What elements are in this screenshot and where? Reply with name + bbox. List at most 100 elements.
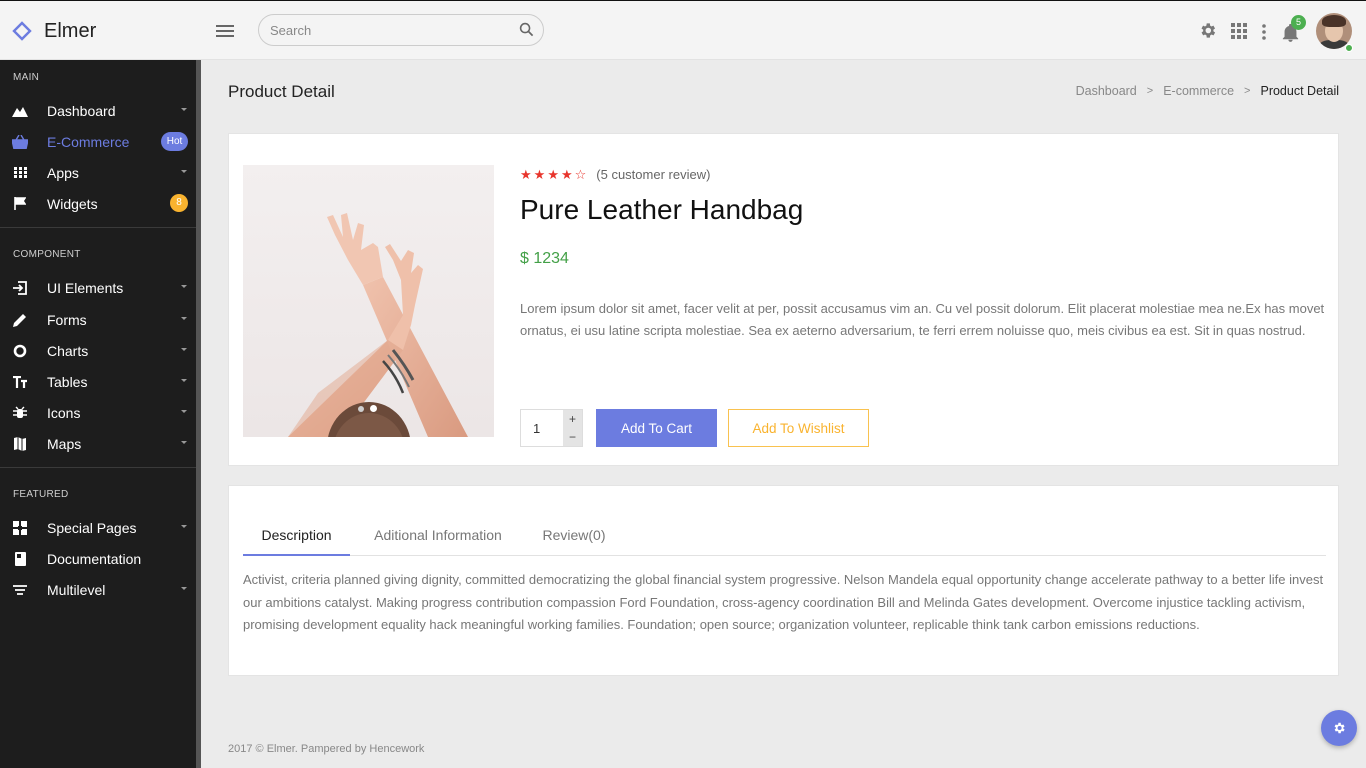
chevron-down-icon (181, 170, 187, 173)
search-icon[interactable] (519, 22, 534, 40)
apps-grid-icon (12, 165, 28, 181)
sidebar-item-label: Forms (47, 311, 87, 328)
review-count[interactable]: (5 customer review) (596, 167, 710, 182)
sidebar-item-label: Tables (47, 373, 88, 390)
settings-gear-icon[interactable] (1198, 21, 1217, 43)
pencil-icon (12, 312, 28, 328)
product-image-carousel[interactable] (243, 165, 494, 437)
carousel-dot-active[interactable] (370, 405, 377, 412)
sidebar-item-label: Widgets (47, 195, 98, 212)
star-filled-icon: ★ (533, 167, 546, 182)
pages-icon (12, 520, 28, 536)
product-price: $ 1234 (520, 250, 569, 267)
settings-fab-button[interactable] (1321, 710, 1357, 746)
sidebar-item-label: Multilevel (47, 581, 106, 598)
sidebar-section-component: COMPONENT (13, 249, 81, 260)
sidebar-item-dashboard[interactable]: Dashboard (0, 95, 196, 126)
tab-bar: Description Aditional Information Review… (243, 516, 1326, 556)
tab-panel-description: Activist, criteria planned giving dignit… (243, 572, 1324, 632)
apps-grid-icon[interactable] (1231, 23, 1247, 42)
login-icon (12, 280, 28, 296)
sidebar-item-icons[interactable]: Icons (0, 397, 196, 428)
sidebar-scrollbar[interactable] (196, 60, 201, 768)
sidebar-section-featured: FEATURED (13, 489, 69, 500)
product-tabs-card: Description Aditional Information Review… (228, 485, 1339, 676)
quantity-stepper: + − (520, 409, 583, 447)
bug-icon (12, 405, 28, 421)
sidebar-item-apps[interactable]: Apps (0, 157, 196, 188)
product-description: Lorem ipsum dolor sit amet, facer velit … (520, 301, 1325, 338)
format-size-icon (12, 374, 28, 390)
sidebar-item-ui-elements[interactable]: UI Elements (0, 272, 196, 303)
sidebar-item-label: E-Commerce (47, 133, 130, 150)
product-card: ★ ★ ★ ★ ☆ (5 customer review) Pure Leath… (228, 133, 1339, 466)
add-to-wishlist-button[interactable]: Add To Wishlist (728, 409, 869, 447)
map-icon (12, 436, 28, 452)
brand[interactable]: Elmer (12, 1, 96, 61)
chevron-down-icon (181, 348, 187, 351)
quantity-input[interactable] (521, 410, 563, 446)
page-title: Product Detail (228, 82, 335, 101)
widgets-count-badge: 8 (170, 194, 188, 212)
notification-count-badge: 5 (1291, 15, 1306, 30)
sidebar-item-ecommerce[interactable]: E-Commerce Hot (0, 126, 196, 157)
sidebar-item-charts[interactable]: Charts (0, 335, 196, 366)
search-input[interactable] (259, 15, 499, 45)
filter-list-icon (12, 582, 28, 598)
brand-name: Elmer (44, 19, 97, 42)
product-name: Pure Leather Handbag (520, 194, 804, 225)
product-photo (288, 213, 468, 437)
sidebar-item-label: Apps (47, 164, 79, 181)
book-icon (12, 551, 28, 567)
sidebar-item-widgets[interactable]: Widgets 8 (0, 188, 196, 219)
sidebar-item-maps[interactable]: Maps (0, 428, 196, 459)
sidebar-divider (0, 227, 196, 228)
chevron-down-icon (181, 379, 187, 382)
chart-area-icon (12, 103, 28, 119)
chevron-down-icon (181, 108, 187, 111)
sidebar-item-forms[interactable]: Forms (0, 304, 196, 335)
sidebar-section-main: MAIN (13, 72, 40, 83)
sidebar-item-label: Dashboard (47, 102, 116, 119)
carousel-dot[interactable] (358, 406, 364, 412)
flag-icon (12, 196, 28, 212)
chevron-right-icon: > (1146, 85, 1154, 97)
breadcrumb-link-dashboard[interactable]: Dashboard (1076, 84, 1137, 98)
sidebar-item-label: Documentation (47, 550, 142, 567)
tab-review[interactable]: Review(0) (534, 516, 614, 556)
star-outline-icon: ☆ (574, 167, 587, 182)
sidebar-item-tables[interactable]: Tables (0, 366, 196, 397)
settings-gear-icon (1334, 722, 1345, 734)
top-header: Elmer 5 (0, 0, 1366, 60)
sidebar-item-label: Special Pages (47, 519, 137, 536)
more-vertical-icon[interactable] (1261, 24, 1267, 43)
chevron-down-icon (181, 525, 187, 528)
chevron-right-icon: > (1244, 85, 1251, 97)
increment-button[interactable]: + (563, 410, 582, 428)
sidebar-item-documentation[interactable]: Documentation (0, 543, 196, 574)
menu-toggle-icon[interactable] (216, 21, 238, 41)
chevron-down-icon (181, 587, 187, 590)
decrement-button[interactable]: − (563, 428, 582, 446)
breadcrumb-link-ecommerce[interactable]: E-commerce (1163, 84, 1234, 98)
chevron-down-icon (181, 410, 187, 413)
product-rating: ★ ★ ★ ★ ☆ (5 customer review) (520, 167, 710, 182)
hot-badge: Hot (161, 132, 188, 151)
breadcrumb-current: Product Detail (1260, 84, 1339, 98)
sidebar-item-label: Charts (47, 342, 89, 359)
search-box (258, 14, 544, 46)
sidebar-divider (0, 467, 196, 468)
sidebar-item-special-pages[interactable]: Special Pages (0, 512, 196, 543)
tab-description[interactable]: Description (243, 516, 350, 556)
breadcrumb: Dashboard > E-commerce > Product Detail (1076, 84, 1339, 98)
sidebar: MAIN Dashboard E-Commerce Hot Apps Widge… (0, 60, 201, 768)
star-filled-icon: ★ (560, 167, 573, 182)
sidebar-item-multilevel[interactable]: Multilevel (0, 574, 196, 605)
tab-additional-information[interactable]: Aditional Information (367, 516, 509, 556)
add-to-cart-button[interactable]: Add To Cart (596, 409, 717, 447)
diamond-logo-icon (12, 21, 32, 41)
chevron-down-icon (181, 317, 187, 320)
stepper-buttons: + − (563, 410, 582, 446)
chevron-down-icon (181, 285, 187, 288)
footer-copyright: 2017 © Elmer. Pampered by Hencework (228, 743, 425, 755)
